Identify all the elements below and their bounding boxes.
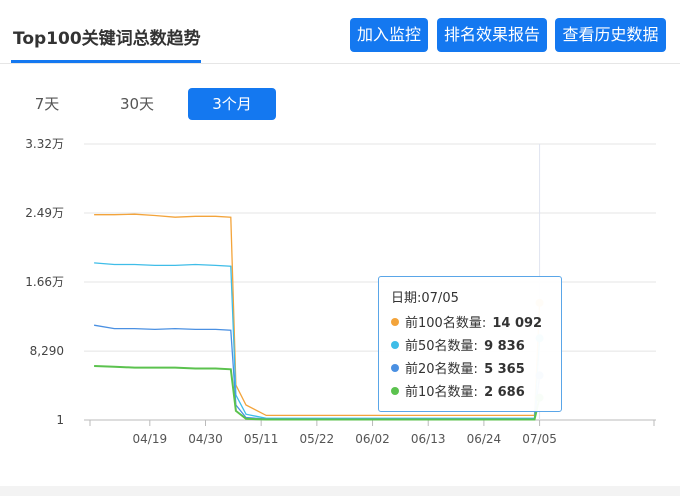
y-tick-label: 1.66万	[25, 275, 64, 289]
y-tick-label: 2.49万	[25, 206, 64, 220]
tooltip-row-top10: 前10名数量: 2 686	[391, 381, 551, 404]
chart-tooltip: 日期:07/05 前100名数量: 14 092 前50名数量: 9 836 前…	[378, 276, 562, 412]
trend-chart[interactable]: 1 8,290 1.66万 2.49万 3.32万 04/19 04/30 05/11 05/2…	[0, 130, 680, 460]
x-tick-label: 06/13	[411, 432, 446, 446]
add-monitor-button[interactable]: 加入监控	[350, 18, 428, 52]
tooltip-row-top20: 前20名数量: 5 365	[391, 358, 551, 381]
header: Top100关键词总数趋势 加入监控 排名效果报告 查看历史数据	[0, 0, 680, 64]
tooltip-row-top100: 前100名数量: 14 092	[391, 312, 551, 335]
tooltip-date: 日期:07/05	[391, 291, 459, 306]
page-title: Top100关键词总数趋势	[13, 29, 201, 49]
y-tick-label: 3.32万	[25, 137, 64, 151]
top20-dot-icon	[391, 364, 399, 372]
x-tick-label: 06/24	[467, 432, 502, 446]
x-tick-label: 05/11	[244, 432, 279, 446]
title-underline	[11, 60, 201, 63]
top50-dot-icon	[391, 341, 399, 349]
y-tick-label: 1	[56, 413, 64, 427]
tooltip-row-top50: 前50名数量: 9 836	[391, 335, 551, 358]
ranking-report-button[interactable]: 排名效果报告	[437, 18, 547, 52]
top10-dot-icon	[391, 387, 399, 395]
x-tick-label: 05/22	[300, 432, 335, 446]
tab-3-months[interactable]: 3个月	[188, 88, 276, 120]
tab-30-days[interactable]: 30天	[108, 88, 166, 120]
tab-7-days[interactable]: 7天	[26, 88, 68, 120]
x-tick-label: 06/02	[355, 432, 390, 446]
x-tick-label: 07/05	[522, 432, 557, 446]
view-history-button[interactable]: 查看历史数据	[555, 18, 666, 52]
bottom-bar	[0, 486, 680, 496]
y-tick-label: 8,290	[30, 344, 64, 358]
top100-dot-icon	[391, 318, 399, 326]
x-tick-label: 04/30	[188, 432, 223, 446]
x-tick-label: 04/19	[133, 432, 168, 446]
